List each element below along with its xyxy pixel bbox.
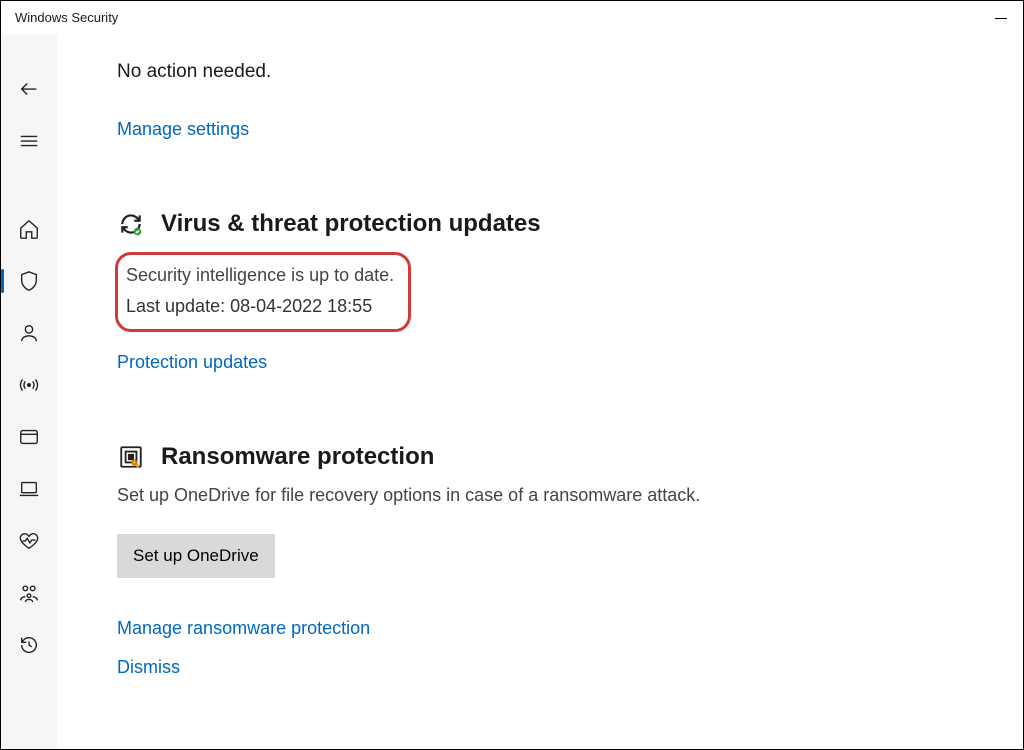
ransomware-description: Set up OneDrive for file recovery option…	[117, 485, 983, 506]
sidebar	[1, 35, 57, 749]
shield-icon	[18, 270, 40, 292]
sidebar-account-protection[interactable]	[1, 307, 57, 359]
main-content: No action needed. Manage settings Virus …	[57, 35, 1023, 749]
setup-onedrive-button[interactable]: Set up OneDrive	[117, 534, 275, 578]
protection-updates-link[interactable]: Protection updates	[117, 352, 267, 373]
updates-heading: Virus & threat protection updates	[161, 210, 541, 238]
laptop-icon	[18, 478, 40, 500]
manage-ransomware-link[interactable]: Manage ransomware protection	[117, 618, 370, 639]
window-title: Windows Security	[15, 1, 118, 35]
history-icon	[18, 634, 40, 656]
last-update-text: Last update: 08-04-2022 18:55	[126, 296, 394, 317]
menu-button[interactable]	[1, 115, 57, 167]
status-message: No action needed.	[117, 61, 983, 83]
ransomware-icon	[117, 443, 145, 471]
sidebar-virus-protection[interactable]	[1, 255, 57, 307]
sidebar-device-security[interactable]	[1, 463, 57, 515]
browser-icon	[18, 426, 40, 448]
hamburger-icon	[18, 130, 40, 152]
back-button[interactable]	[1, 63, 57, 115]
refresh-updates-icon	[117, 210, 145, 238]
radio-icon	[18, 374, 40, 396]
back-arrow-icon	[18, 78, 40, 100]
ransomware-heading: Ransomware protection	[161, 443, 434, 471]
sidebar-app-browser[interactable]	[1, 411, 57, 463]
minimize-button[interactable]	[995, 10, 1007, 25]
sidebar-history[interactable]	[1, 619, 57, 671]
sidebar-device-performance[interactable]	[1, 515, 57, 567]
family-icon	[18, 582, 40, 604]
dismiss-link[interactable]: Dismiss	[117, 657, 180, 678]
heart-icon	[18, 530, 40, 552]
person-icon	[18, 322, 40, 344]
sidebar-firewall[interactable]	[1, 359, 57, 411]
manage-settings-link[interactable]: Manage settings	[117, 119, 249, 140]
sidebar-home[interactable]	[1, 203, 57, 255]
sidebar-family-options[interactable]	[1, 567, 57, 619]
security-intel-status: Security intelligence is up to date.	[126, 265, 394, 286]
update-status-highlight: Security intelligence is up to date. Las…	[115, 252, 411, 332]
home-icon	[18, 218, 40, 240]
